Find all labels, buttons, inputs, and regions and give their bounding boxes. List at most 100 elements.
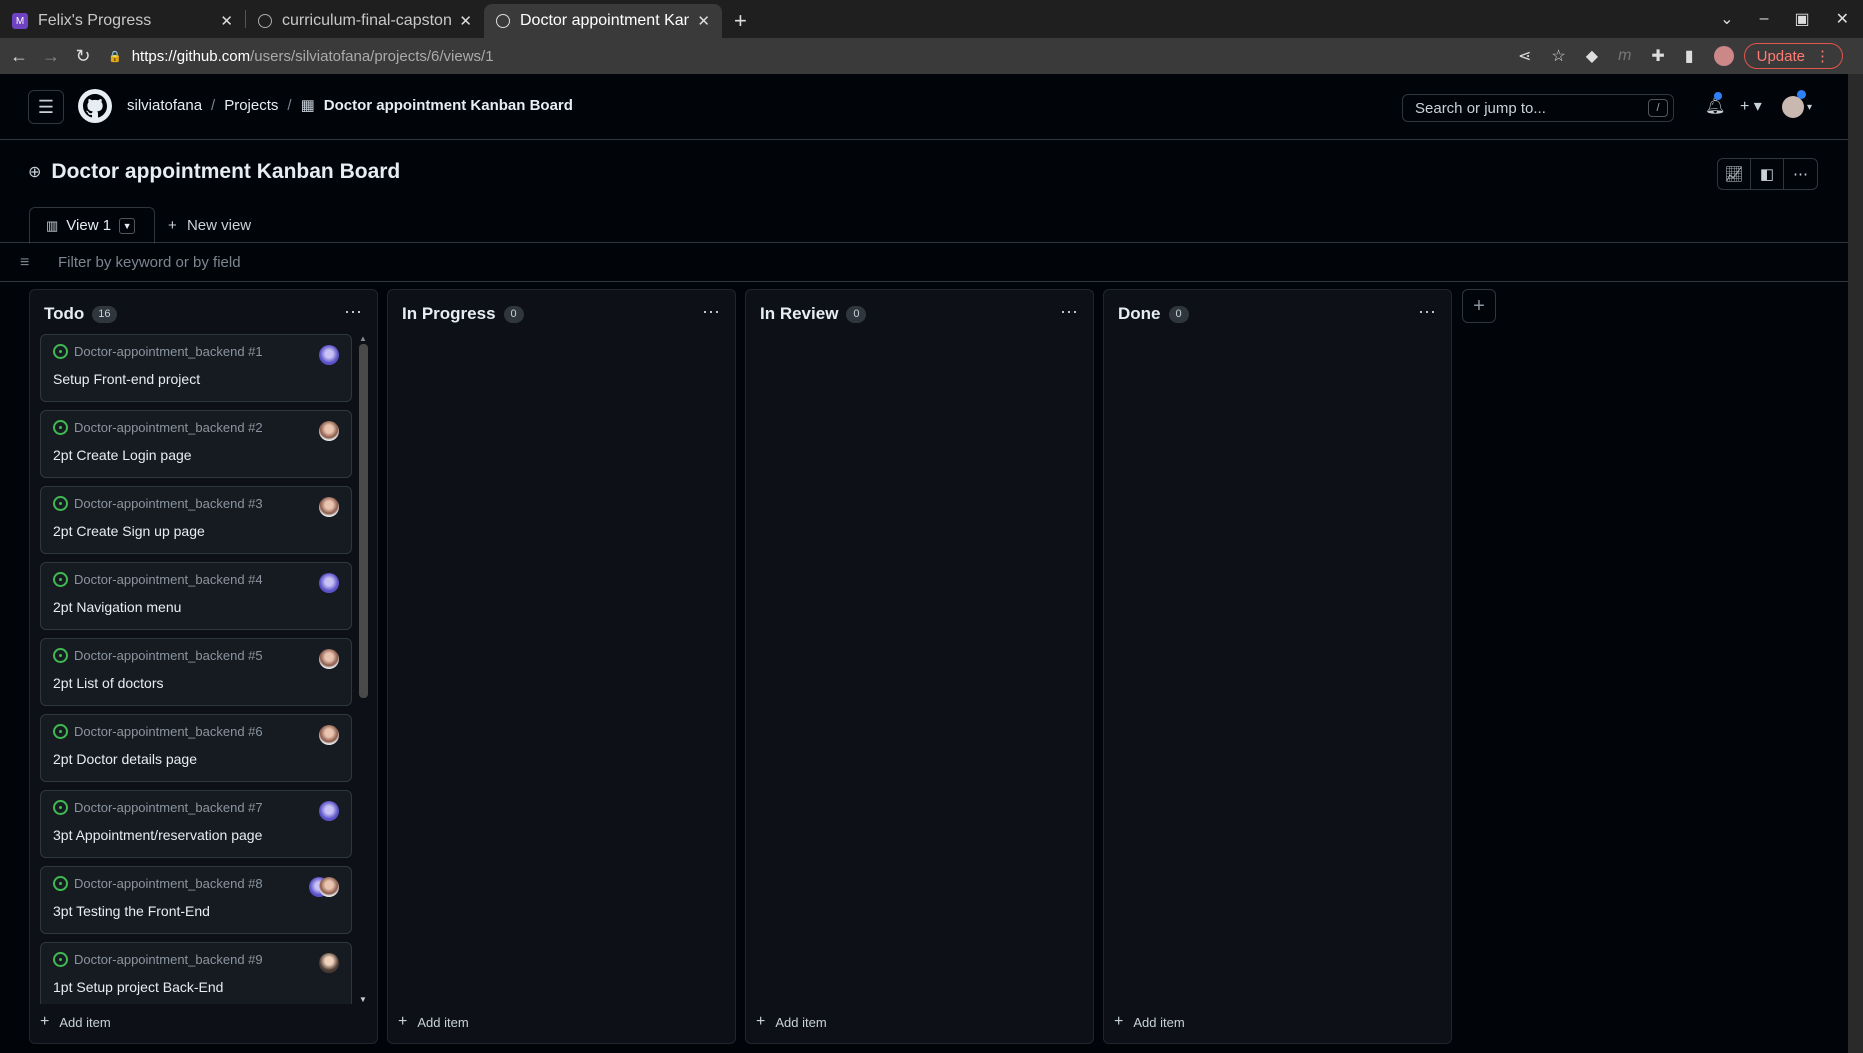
issue-card[interactable]: Doctor-appointment_backend #7 3pt Appoint…	[40, 790, 352, 858]
assignee-avatars[interactable]	[309, 877, 339, 897]
new-tab-icon[interactable]: +	[722, 4, 759, 38]
extensions-puzzle-icon[interactable]: ✚	[1651, 46, 1664, 66]
column-more-options-icon[interactable]: ⋯	[1418, 302, 1437, 323]
add-item-button[interactable]: + Add item	[1114, 1013, 1185, 1031]
insights-chart-icon[interactable]: 📈︎	[1718, 159, 1751, 189]
card-title[interactable]: 2pt Navigation menu	[53, 599, 181, 615]
card-title[interactable]: 2pt Create Login page	[53, 447, 192, 463]
avatar[interactable]	[319, 345, 339, 365]
card-repo-label[interactable]: Doctor-appointment_backend #1	[74, 344, 263, 359]
issue-card[interactable]: Doctor-appointment_backend #4 2pt Navigat…	[40, 562, 352, 630]
card-title[interactable]: 2pt Doctor details page	[53, 751, 197, 767]
scroll-down-arrow-icon[interactable]: ▼	[359, 995, 367, 1004]
add-column-button[interactable]: +	[1462, 289, 1496, 323]
maximize-icon[interactable]: ▣	[1794, 9, 1809, 29]
tab-view-1[interactable]: ▥ View 1 ▼	[29, 207, 155, 244]
avatar[interactable]	[319, 953, 339, 973]
card-repo-label[interactable]: Doctor-appointment_backend #9	[74, 952, 263, 967]
more-options-icon[interactable]: ⋯	[1784, 159, 1817, 189]
card-repo-label[interactable]: Doctor-appointment_backend #6	[74, 724, 263, 739]
board-column-in-progress: In Progress 0 ⋯ + Add item	[387, 289, 736, 1044]
view-options-dropdown-icon[interactable]: ▼	[119, 217, 136, 234]
scroll-up-arrow-icon[interactable]: ▲	[359, 334, 367, 343]
avatar[interactable]	[319, 421, 339, 441]
back-icon[interactable]: ←	[6, 46, 32, 67]
avatar[interactable]	[319, 497, 339, 517]
issue-opened-icon	[53, 648, 68, 663]
side-panel-icon[interactable]: ▮	[1685, 46, 1694, 66]
github-favicon-icon	[258, 14, 272, 28]
user-avatar[interactable]	[1782, 96, 1804, 118]
hamburger-menu-icon[interactable]: ☰	[28, 90, 64, 124]
extension-cube-icon[interactable]: ◆	[1586, 46, 1598, 66]
minimize-icon[interactable]: –	[1760, 10, 1769, 28]
close-window-icon[interactable]: ✕	[1836, 9, 1849, 29]
extension-m-icon[interactable]: m	[1618, 47, 1631, 65]
create-new-plus-icon[interactable]: + ▾	[1740, 96, 1762, 116]
github-logo-icon[interactable]	[78, 89, 112, 123]
avatar-status-dot	[1797, 90, 1806, 99]
issue-card[interactable]: Doctor-appointment_backend #2 2pt Create …	[40, 410, 352, 478]
view-tab-label: View 1	[66, 217, 112, 234]
browser-tab-kanban[interactable]: Doctor appointment Kanban Board ✕	[484, 4, 722, 38]
tab-search-icon[interactable]: ⌄	[1720, 9, 1733, 29]
close-tab-icon[interactable]: ✕	[459, 12, 472, 30]
card-title[interactable]: 2pt Create Sign up page	[53, 523, 205, 539]
card-repo-label[interactable]: Doctor-appointment_backend #7	[74, 800, 263, 815]
browser-tab-capstone[interactable]: curriculum-final-capstone ✕	[246, 4, 484, 38]
profile-avatar-icon[interactable]	[1713, 46, 1734, 66]
issue-card[interactable]: Doctor-appointment_backend #8 3pt Testing…	[40, 866, 352, 934]
scrollbar-thumb[interactable]	[359, 344, 368, 698]
bookmark-star-icon[interactable]: ☆	[1551, 46, 1565, 66]
avatar[interactable]	[319, 801, 339, 821]
breadcrumb-user-link[interactable]: silviatofana	[127, 97, 202, 114]
close-tab-icon[interactable]: ✕	[697, 12, 710, 30]
card-title[interactable]: Setup Front-end project	[53, 371, 200, 387]
issue-card[interactable]: Doctor-appointment_backend #3 2pt Create …	[40, 486, 352, 554]
share-icon[interactable]: ⋖	[1518, 46, 1531, 66]
scrollbar[interactable]: ▲ ▼	[357, 334, 369, 1004]
card-repo-label[interactable]: Doctor-appointment_backend #8	[74, 876, 263, 891]
search-input[interactable]: Search or jump to... /	[1402, 94, 1674, 122]
issue-opened-icon	[53, 800, 68, 815]
add-item-button[interactable]: + Add item	[40, 1013, 111, 1031]
url-field[interactable]: 🔒 https://github.com /users/silviatofana…	[108, 42, 1508, 70]
browser-tab-felix[interactable]: M Felix's Progress ✕	[0, 4, 245, 38]
card-title[interactable]: 3pt Appointment/reservation page	[53, 827, 262, 843]
card-repo-label[interactable]: Doctor-appointment_backend #3	[74, 496, 263, 511]
card-repo-label[interactable]: Doctor-appointment_backend #2	[74, 420, 263, 435]
column-more-options-icon[interactable]: ⋯	[344, 302, 363, 323]
issue-card[interactable]: Doctor-appointment_backend #1 Setup Front…	[40, 334, 352, 402]
new-view-label: New view	[186, 217, 252, 234]
close-tab-icon[interactable]: ✕	[220, 12, 233, 30]
avatar[interactable]	[319, 649, 339, 669]
avatar[interactable]	[319, 725, 339, 745]
avatar[interactable]	[319, 573, 339, 593]
card-title[interactable]: 1pt Setup project Back-End	[53, 979, 223, 995]
breadcrumb-projects-link[interactable]: Projects	[224, 97, 278, 114]
column-more-options-icon[interactable]: ⋯	[702, 302, 721, 323]
issue-card[interactable]: Doctor-appointment_backend #6 2pt Doctor …	[40, 714, 352, 782]
forward-icon[interactable]: →	[38, 46, 64, 67]
card-title[interactable]: 3pt Testing the Front-End	[53, 903, 210, 919]
issue-card[interactable]: Doctor-appointment_backend #5 2pt List of…	[40, 638, 352, 706]
breadcrumb-separator: /	[211, 96, 216, 114]
card-repo-label[interactable]: Doctor-appointment_backend #5	[74, 648, 263, 663]
column-more-options-icon[interactable]: ⋯	[1060, 302, 1079, 323]
add-item-button[interactable]: + Add item	[398, 1013, 469, 1031]
card-repo-line: Doctor-appointment_backend #7	[53, 800, 263, 815]
issue-card[interactable]: Doctor-appointment_backend #9 1pt Setup p…	[40, 942, 352, 1004]
add-item-button[interactable]: + Add item	[756, 1013, 827, 1031]
column-count-badge: 16	[92, 305, 117, 323]
card-list: Doctor-appointment_backend #1 Setup Front…	[40, 334, 352, 1004]
new-view-button[interactable]: + New view	[168, 217, 251, 234]
side-panel-toggle-icon[interactable]: ◧	[1751, 159, 1784, 189]
column-count-badge: 0	[1168, 305, 1189, 323]
card-repo-label[interactable]: Doctor-appointment_backend #4	[74, 572, 263, 587]
card-title[interactable]: 2pt List of doctors	[53, 675, 164, 691]
update-button[interactable]: Update ⋮	[1743, 43, 1843, 69]
filter-input[interactable]: Filter by keyword or by field	[58, 254, 241, 271]
filter-bar: ≡ Filter by keyword or by field	[0, 244, 1848, 282]
breadcrumb-project-link[interactable]: Doctor appointment Kanban Board	[324, 97, 573, 114]
reload-icon[interactable]: ↻	[70, 46, 96, 67]
